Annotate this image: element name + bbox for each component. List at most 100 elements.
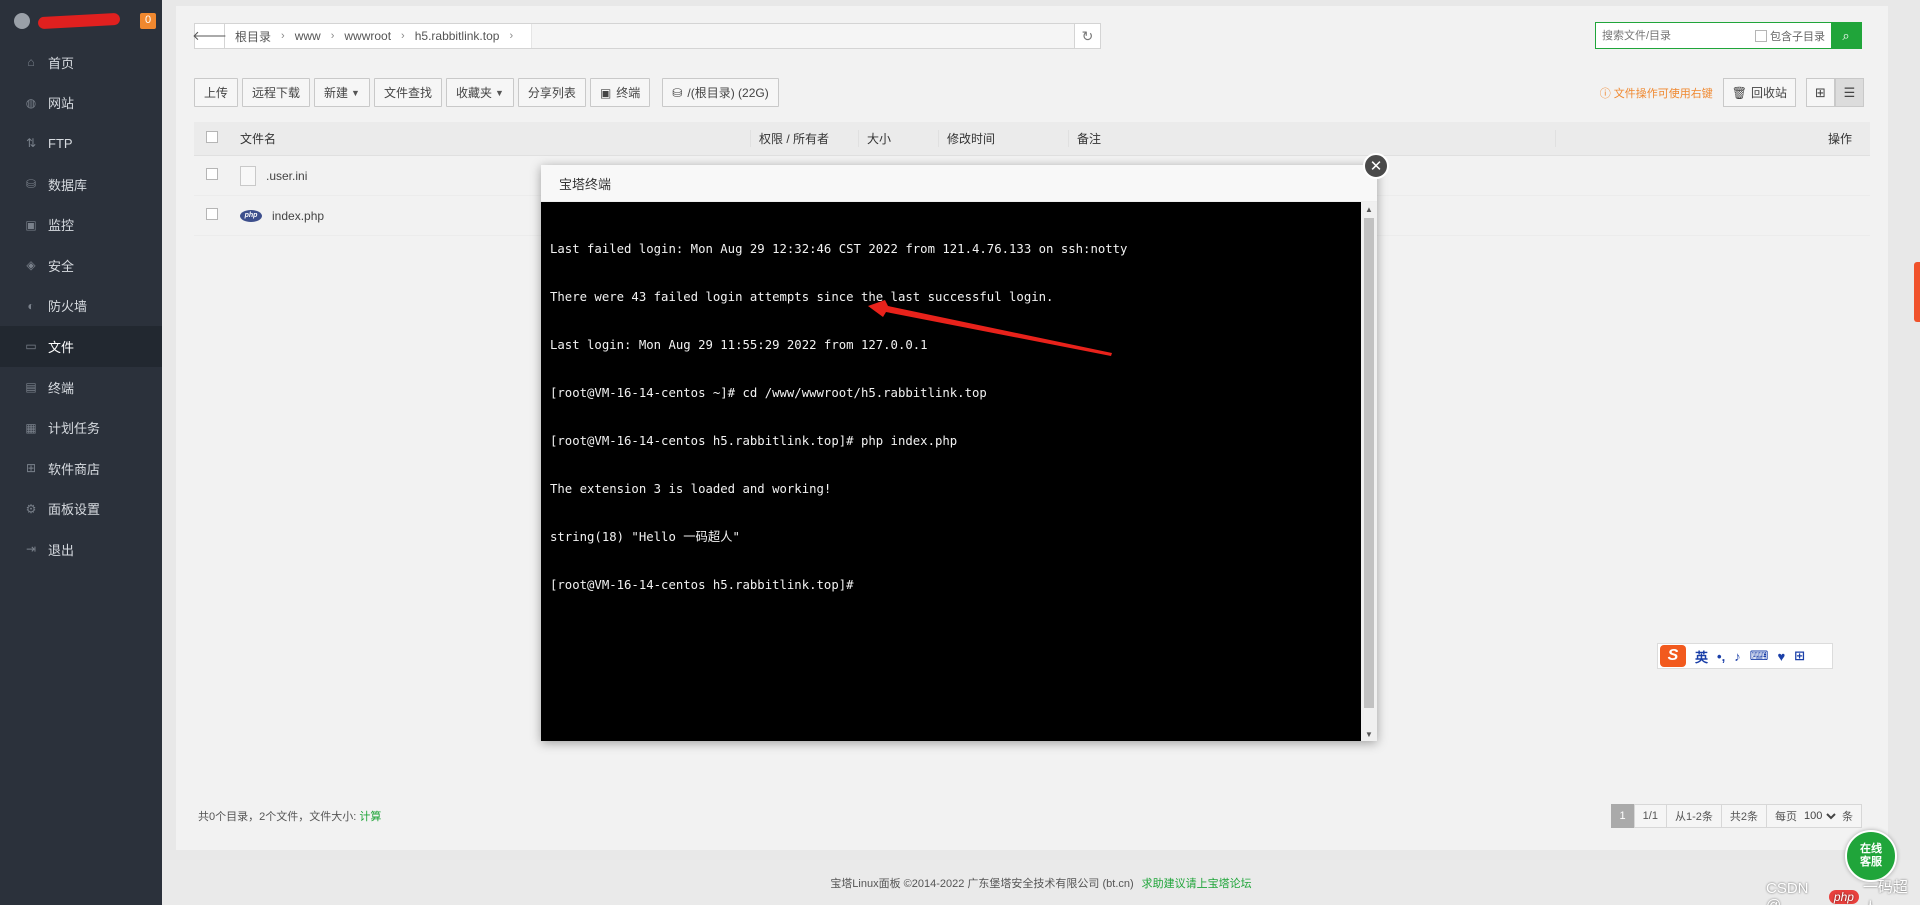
sidebar-item-0[interactable]: ⌂ 首页 [0,42,162,83]
search-button[interactable]: ⌕ [1831,23,1861,48]
include-subdir-option[interactable]: 包含子目录 [1755,23,1831,48]
monitor-icon: ▣ [25,217,37,232]
folder-icon: ▭ [25,339,37,354]
apps-icon: ⊞ [25,461,37,476]
favorites-label: 收藏夹 [455,86,492,100]
share-list-button[interactable]: 分享列表 [517,78,586,107]
sidebar-item-9[interactable]: ▦ 计划任务 [0,407,162,448]
crumb-www[interactable]: www [295,29,321,43]
sidebar-item-4[interactable]: ▣ 监控 [0,204,162,245]
terminal-scrollbar[interactable]: ▲ ▼ [1361,202,1377,741]
online-support-button[interactable]: 在线 客服 [1845,830,1897,882]
upload-button[interactable]: 上传 [194,78,239,107]
chevron-right-icon: › [509,30,514,42]
path-input-area[interactable] [531,24,1074,48]
new-button[interactable]: 新建 ▼ [314,78,370,107]
search-input[interactable] [1596,23,1755,48]
punctuation-icon[interactable]: •, [1717,649,1725,664]
include-subdir-checkbox[interactable] [1755,29,1767,42]
sogou-logo-icon: S [1660,645,1686,667]
page-current[interactable]: 1 [1610,804,1635,828]
ftp-icon: ⇅ [25,136,37,151]
sidebar-item-5[interactable]: ◈ 安全 [0,245,162,286]
col-mtime[interactable]: 修改时间 [938,130,1068,147]
php-file-icon: php [240,209,262,222]
sidebar-item-6[interactable]: ◐ 防火墙 [0,286,162,327]
row-checkbox[interactable] [206,168,218,180]
page-count: 1/1 [1633,804,1667,828]
sidebar-item-2[interactable]: ⇅ FTP [0,123,162,164]
calendar-icon: ▦ [25,420,37,435]
path-bar: 🡐 根目录 › www › wwwroot › h5.rabbitlink.top › … [192,23,1101,49]
crumb-wwwroot[interactable]: wwwroot [344,29,391,43]
remote-download-button[interactable]: 远程下载 [242,78,311,107]
grid-view-icon[interactable]: ⊞ [1806,78,1835,107]
per-page-select[interactable]: 100 [1800,809,1839,823]
skin-icon[interactable]: ♥ [1777,649,1785,664]
sidebar-item-8[interactable]: ▤ 终端 [0,367,162,408]
sidebar-item-label: 软件商店 [48,461,101,477]
keyboard-icon[interactable]: ⌨ [1750,648,1769,664]
favorites-button[interactable]: 收藏夹 ▼ [445,78,514,107]
firewall-icon: ◐ [27,298,35,313]
server-logo-icon [14,13,30,29]
side-feedback-tab[interactable] [1914,262,1920,322]
scroll-down-icon[interactable]: ▼ [1361,727,1377,741]
hint-text: 文件操作可使用右键 [1613,87,1713,100]
per-page-label: 每页 [1775,811,1797,823]
sidebar-item-3[interactable]: ⛁ 数据库 [0,164,162,205]
calc-size-link[interactable]: 计算 [359,811,381,823]
file-name[interactable]: .user.ini [266,169,307,183]
dir-summary: 共0个目录，2个文件，文件大小: 计算 [198,808,381,824]
per-page: 每页 100 条 [1766,804,1862,828]
terminal-line: [root@VM-16-14-centos ~]# cd /www/wwwroo… [550,386,987,400]
disk-icon: ⛁ [672,85,683,100]
crumb-site[interactable]: h5.rabbitlink.top [415,29,500,43]
include-subdir-label: 包含子目录 [1770,30,1825,43]
terminal-label: 终端 [616,86,641,100]
file-name[interactable]: index.php [272,209,324,223]
col-name[interactable]: 文件名 [240,130,750,147]
sidebar-item-11[interactable]: ⚙ 面板设置 [0,489,162,530]
right-click-hint: ⓘ 文件操作可使用右键 [1600,85,1713,101]
sidebar-menu: ⌂ 首页 ◍ 网站 ⇅ FTP ⛁ 数据库 ▣ 监控 ◈ 安全 ◐ 防火墙 ▭ 文件 ▤ 终端 ▦ 计划任务 ⊞ 软件商店… [0,42,162,570]
sidebar-item-label: 面板设置 [48,502,101,518]
logout-icon: ⇥ [25,542,37,557]
list-view-icon[interactable]: ☰ [1835,78,1864,107]
sidebar-header: 0 [0,0,162,42]
row-checkbox[interactable] [206,208,218,220]
col-size[interactable]: 大小 [858,130,938,147]
terminal-button[interactable]: ▣ 终端 [589,78,651,107]
scroll-up-icon[interactable]: ▲ [1361,202,1377,216]
disk-button[interactable]: ⛁ /(根目录) (22G) [662,78,779,107]
sidebar-item-label: 数据库 [48,177,88,193]
terminal-output[interactable]: Last failed login: Mon Aug 29 12:32:46 C… [541,202,1361,741]
forum-link[interactable]: 求助建议请上宝塔论坛 [1142,875,1252,891]
close-icon[interactable]: ✕ [1363,153,1389,179]
select-all-checkbox[interactable] [206,131,218,143]
terminal-line: [root@VM-16-14-centos h5.rabbitlink.top]… [550,578,854,592]
watermark-prefix: CSDN @ [1766,880,1809,905]
col-note: 备注 [1068,130,1555,147]
crumb-root[interactable]: 根目录 [235,28,271,45]
sidebar-item-12[interactable]: ⇥ 退出 [0,529,162,570]
microphone-icon[interactable]: ♪ [1734,649,1741,664]
toolbar: 上传 远程下载 新建 ▼ 文件查找 收藏夹 ▼ 分享列表 ▣ 终端 ⛁/(根目录) (… [194,78,783,107]
sidebar-item-1[interactable]: ◍ 网站 [0,83,162,124]
refresh-icon[interactable]: ↻ [1074,24,1100,48]
ime-mode[interactable]: 英 [1695,647,1708,666]
notification-badge[interactable]: 0 [140,13,156,29]
sidebar-item-label: 防火墙 [48,299,88,315]
ime-toolbar[interactable]: S 英 •, ♪ ⌨ ♥ ⊞ [1657,643,1833,669]
file-search: 包含子目录 ⌕ [1595,22,1862,49]
shield-icon: ◈ [26,258,36,273]
col-perm[interactable]: 权限 / 所有者 [750,130,858,147]
file-search-button[interactable]: 文件查找 [373,78,442,107]
sidebar-item-10[interactable]: ⊞ 软件商店 [0,448,162,489]
page-total: 共2条 [1720,804,1767,828]
sidebar-item-7[interactable]: ▭ 文件 [0,326,162,367]
back-button[interactable]: 🡐 [192,24,227,48]
scroll-thumb[interactable] [1364,218,1374,708]
recycle-bin-button[interactable]: 🗑 回收站 [1722,78,1796,107]
toolbox-icon[interactable]: ⊞ [1794,648,1805,664]
